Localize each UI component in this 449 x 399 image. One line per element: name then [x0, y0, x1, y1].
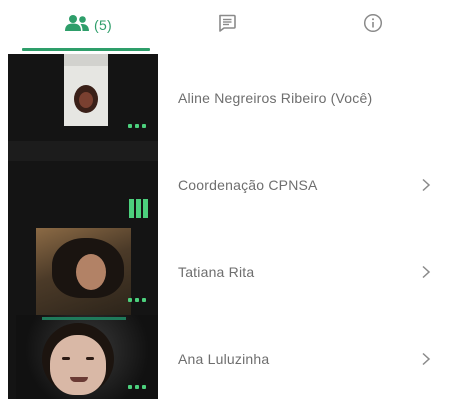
- active-tab-indicator: [22, 48, 150, 51]
- participant-video-tile: [8, 141, 158, 228]
- participant-video-tile: [8, 228, 158, 315]
- tab-bar: (5): [0, 0, 449, 52]
- more-options-icon[interactable]: [128, 298, 146, 302]
- participant-face: [50, 335, 106, 395]
- participant-eye: [86, 357, 94, 360]
- participant-row[interactable]: Ana Luluzinha: [0, 315, 449, 399]
- info-icon: [363, 13, 383, 38]
- chevron-right-icon[interactable]: [421, 352, 431, 366]
- participant-row[interactable]: Tatiana Rita: [0, 228, 449, 315]
- participant-video-tile: [8, 54, 158, 141]
- participant-list: Aline Negreiros Ribeiro (Você) Coordenaç…: [0, 54, 449, 399]
- participant-name: Tatiana Rita: [178, 263, 255, 280]
- chevron-right-icon[interactable]: [421, 265, 431, 279]
- more-options-icon[interactable]: [128, 385, 146, 389]
- video-strip: [8, 141, 158, 161]
- participant-face: [76, 254, 106, 290]
- participant-name: Ana Luluzinha: [178, 350, 270, 367]
- participant-name: Aline Negreiros Ribeiro (Você): [178, 89, 373, 106]
- participant-count: (5): [93, 17, 112, 33]
- participant-face: [79, 92, 93, 108]
- participant-row[interactable]: Coordenação CPNSA: [0, 141, 449, 228]
- video-frame-shade: [64, 54, 108, 66]
- participant-mouth: [70, 377, 88, 382]
- tab-people[interactable]: (5): [50, 8, 126, 42]
- participant-name: Coordenação CPNSA: [178, 176, 318, 193]
- people-icon: [64, 14, 90, 37]
- tab-chat[interactable]: [210, 8, 244, 42]
- participant-eye: [62, 357, 70, 360]
- audio-level-icon: [129, 199, 148, 218]
- participant-video-tile: [8, 315, 158, 399]
- tab-info[interactable]: [356, 8, 390, 42]
- participant-row[interactable]: Aline Negreiros Ribeiro (Você): [0, 54, 449, 141]
- chevron-right-icon[interactable]: [421, 178, 431, 192]
- video-top-line: [42, 317, 126, 320]
- chat-icon: [217, 13, 237, 38]
- more-options-icon[interactable]: [128, 124, 146, 128]
- participants-panel: (5) Aline Negreiros Ribeiro (Você) Coord…: [0, 0, 449, 399]
